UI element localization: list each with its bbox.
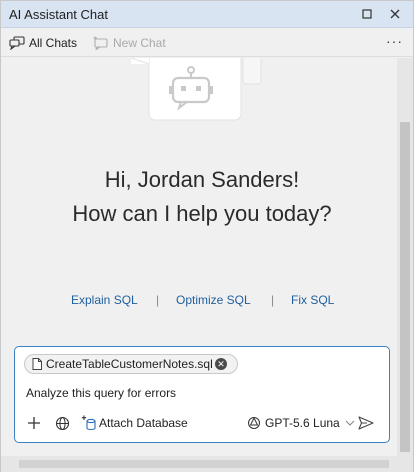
toolbar: All Chats New Chat ··· [1,29,413,57]
suggestion-links: Explain SQL | Optimize SQL | Fix SQL [1,293,403,311]
more-options-icon[interactable]: ··· [386,33,403,49]
window-title: AI Assistant Chat [9,7,108,22]
chats-icon [9,35,25,51]
assistant-bot-icon [131,58,262,121]
scrollbar-corner [397,456,413,472]
vertical-scrollbar[interactable] [397,58,413,456]
globe-icon [55,416,70,431]
chevron-down-icon [345,420,355,426]
prompt-input[interactable] [26,386,376,400]
greeting-line-2: How can I help you today? [72,201,332,226]
file-icon [32,358,42,370]
plus-icon [27,416,41,430]
send-button[interactable] [358,414,374,432]
suggestion-separator: | [271,293,275,307]
attachment-chip[interactable]: CreateTableCustomerNotes.sql ✕ [24,354,238,374]
assistant-window: AI Assistant Chat All Chats New Chat ···… [0,0,414,472]
suggestion-fix-sql[interactable]: Fix SQL [291,293,334,307]
attach-database-button[interactable]: Attach Database [81,414,188,432]
maximize-icon[interactable] [357,5,377,23]
title-bar: AI Assistant Chat [1,1,413,28]
all-chats-button[interactable]: All Chats [9,34,77,52]
greeting-text: Hi, Jordan Sanders! How can I help you t… [1,163,403,231]
model-label: GPT-5.6 Luna [265,416,340,430]
new-chat-label: New Chat [113,36,166,50]
suggestion-explain-sql[interactable]: Explain SQL [71,293,138,307]
all-chats-label: All Chats [29,36,78,50]
database-icon [81,415,97,431]
suggestion-separator: | [156,293,160,307]
attachment-filename: CreateTableCustomerNotes.sql [46,357,213,371]
horizontal-scrollbar-thumb[interactable] [19,460,389,468]
vertical-scrollbar-thumb[interactable] [400,122,410,452]
attach-database-label: Attach Database [99,416,188,430]
openai-model-icon [247,416,261,430]
web-search-button[interactable] [55,414,70,432]
suggestion-optimize-sql[interactable]: Optimize SQL [176,293,251,307]
greeting-line-1: Hi, Jordan Sanders! [104,167,300,192]
add-button[interactable] [27,414,41,432]
new-chat-icon [93,35,109,51]
horizontal-scrollbar[interactable] [1,456,397,472]
message-composer: CreateTableCustomerNotes.sql ✕ Attach Da [14,346,390,443]
close-icon[interactable] [385,5,405,23]
remove-attachment-icon[interactable]: ✕ [215,358,227,370]
model-selector[interactable]: GPT-5.6 Luna [247,414,355,432]
new-chat-button[interactable]: New Chat [93,34,166,52]
send-icon [358,416,374,430]
